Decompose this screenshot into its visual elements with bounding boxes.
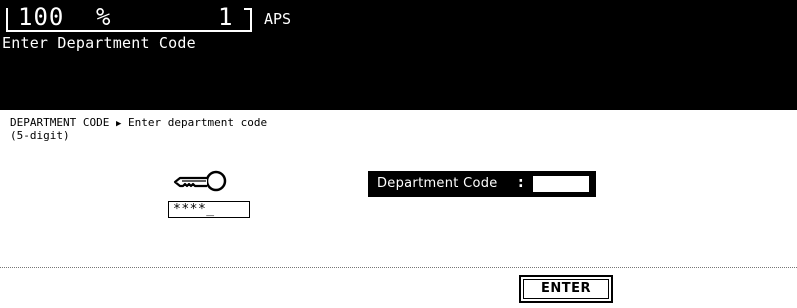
arrow-right-icon: ▶	[115, 119, 122, 129]
instruction-text: DEPARTMENT CODE ▶ Enter department code …	[10, 117, 267, 142]
copies-bracket	[244, 8, 252, 32]
divider	[0, 267, 797, 268]
enter-button[interactable]: ENTER	[519, 275, 613, 303]
enter-button-label: ENTER	[523, 279, 609, 299]
key-icon	[170, 168, 230, 202]
department-code-input[interactable]	[533, 176, 589, 192]
zoom-value: 100	[18, 3, 65, 31]
instruction-detail: (5-digit)	[10, 129, 70, 142]
status-message: Enter Department Code	[2, 34, 196, 52]
code-mask-display: ****_	[168, 201, 250, 218]
department-code-colon: :	[518, 175, 524, 191]
paper-mode: APS	[264, 10, 292, 28]
copies-count: 1	[218, 3, 233, 31]
status-row: 100 % 1 APS	[0, 3, 400, 32]
breadcrumb-start: DEPARTMENT CODE	[10, 116, 110, 129]
department-code-label: Department Code	[377, 176, 498, 191]
zoom-display: 100 % 1	[6, 3, 244, 32]
zoom-unit: %	[96, 3, 111, 31]
status-panel: 100 % 1 APS Enter Department Code	[0, 0, 797, 110]
breadcrumb-end: Enter department code	[128, 116, 268, 129]
department-code-field[interactable]: Department Code :	[368, 171, 596, 197]
